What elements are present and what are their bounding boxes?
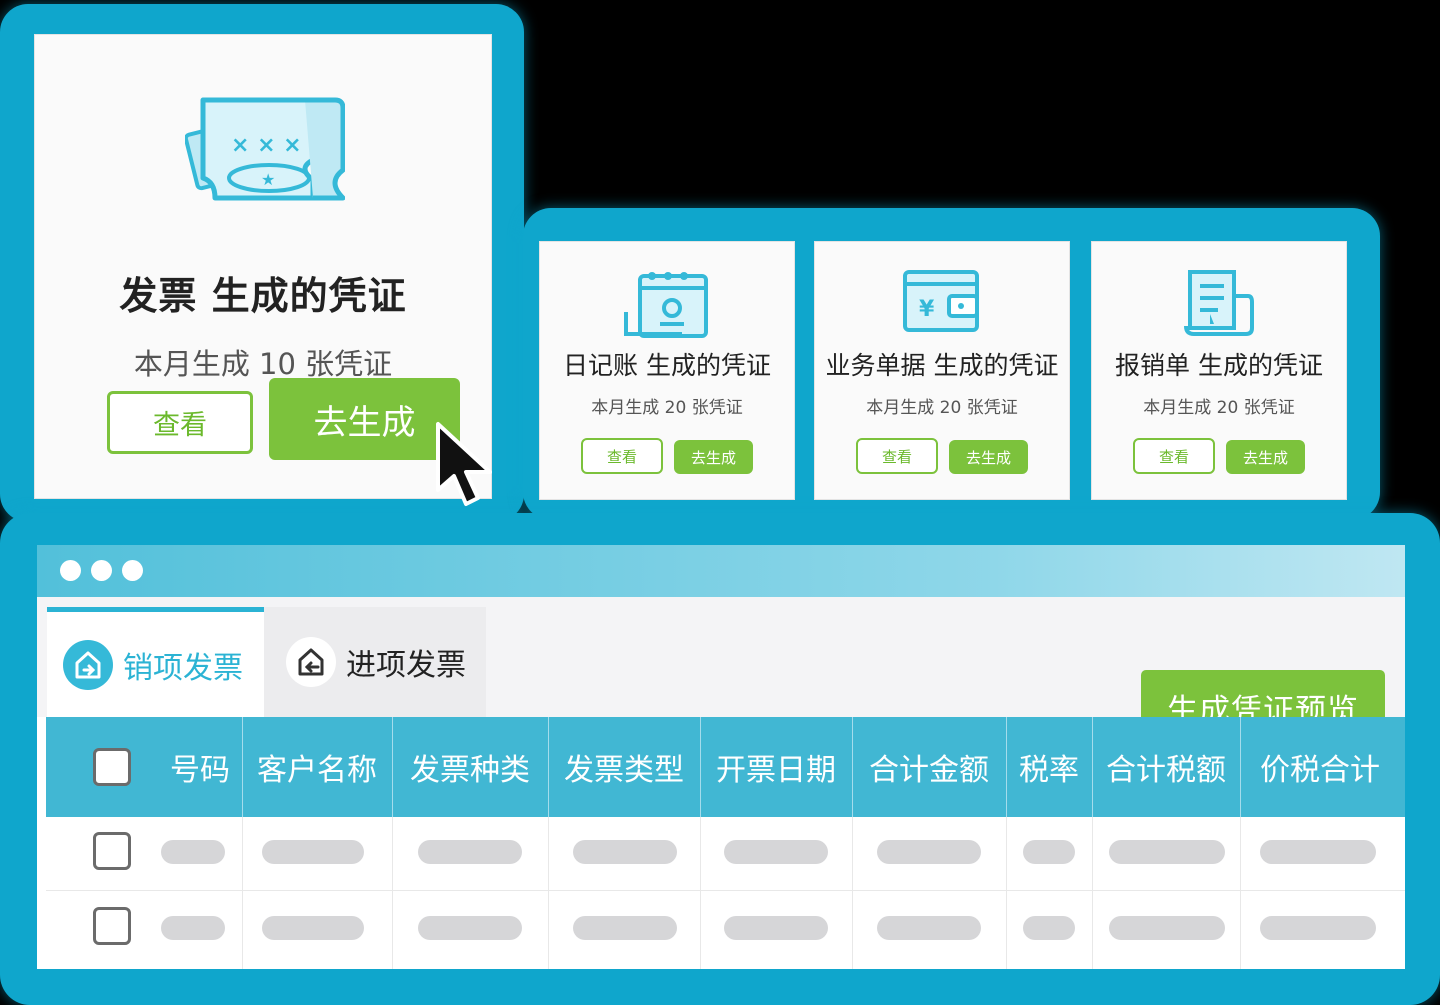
generate-button[interactable]: 去生成 (949, 440, 1028, 474)
grid-line (1240, 817, 1241, 969)
select-all-checkbox[interactable] (93, 748, 131, 786)
invoice-window: 销项发票 进项发票 生成凭证预览 号码 客户名称 发票种类 发票类型 开票日期 … (37, 545, 1405, 969)
column-header: 价税合计 (1260, 753, 1380, 788)
placeholder-bar (1023, 840, 1075, 864)
card-subtitle: 本月生成 20 张凭证 (1143, 398, 1295, 418)
placeholder-bar (418, 916, 522, 940)
grid-line (1092, 817, 1093, 969)
column-header: 发票类型 (564, 753, 684, 788)
card-subtitle: 本月生成 20 张凭证 (591, 398, 743, 418)
business-document-voucher-card: ¥ 业务单据 生成的凭证 本月生成 20 张凭证 查看 去生成 (815, 242, 1069, 499)
generate-button[interactable]: 去生成 (1226, 440, 1305, 474)
view-button[interactable]: 查看 (107, 391, 253, 454)
column-header: 发票种类 (410, 753, 530, 788)
view-button[interactable]: 查看 (581, 438, 663, 474)
placeholder-bar (262, 916, 364, 940)
card-title: 报销单 生成的凭证 (1115, 351, 1323, 380)
tab-label: 进项发票 (346, 648, 466, 683)
window-dot[interactable] (91, 560, 112, 581)
journal-voucher-card: 日记账 生成的凭证 本月生成 20 张凭证 查看 去生成 (540, 242, 794, 499)
card-subtitle: 本月生成 10 张凭证 (133, 347, 393, 381)
placeholder-bar (262, 840, 364, 864)
placeholder-bar (161, 840, 225, 864)
placeholder-bar (1023, 916, 1075, 940)
column-header: 开票日期 (716, 753, 836, 788)
tab-sales-invoice[interactable]: 销项发票 (47, 607, 264, 717)
grid-line (1006, 817, 1007, 969)
window-dot[interactable] (60, 560, 81, 581)
placeholder-bar (724, 916, 828, 940)
card-subtitle: 本月生成 20 张凭证 (866, 398, 1018, 418)
column-header: 客户名称 (257, 753, 377, 788)
invoice-ticket-icon: × × × ★ (185, 97, 345, 201)
column-header: 合计金额 (869, 753, 989, 788)
placeholder-bar (877, 840, 981, 864)
invoice-voucher-card: × × × ★ 发票 生成的凭证 本月生成 10 张凭证 查看 去生成 (35, 35, 491, 498)
window-titlebar (37, 545, 1405, 597)
placeholder-bar (418, 840, 522, 864)
grid-line (46, 890, 1405, 891)
placeholder-bar (573, 840, 677, 864)
grid-line (548, 817, 549, 969)
row-checkbox[interactable] (93, 907, 131, 945)
placeholder-bar (161, 916, 225, 940)
card-title: 业务单据 生成的凭证 (825, 351, 1059, 380)
placeholder-bar (1260, 840, 1376, 864)
card-title: 日记账 生成的凭证 (563, 351, 771, 380)
grid-line (392, 817, 393, 969)
placeholder-bar (573, 916, 677, 940)
tab-purchase-invoice[interactable]: 进项发票 (264, 607, 486, 717)
placeholder-bar (1109, 916, 1225, 940)
incoming-invoice-icon (286, 637, 336, 687)
svg-text:× × ×: × × × (231, 133, 302, 158)
tab-bar: 销项发票 进项发票 生成凭证预览 (37, 597, 1405, 745)
table-header: 号码 客户名称 发票种类 发票类型 开票日期 合计金额 税率 合计税额 价税合计 (46, 717, 1405, 817)
placeholder-bar (724, 840, 828, 864)
column-header: 号码 (170, 753, 230, 788)
svg-text:¥: ¥ (919, 297, 935, 322)
card-title: 发票 生成的凭证 (119, 274, 407, 318)
window-dot[interactable] (122, 560, 143, 581)
outgoing-invoice-icon (63, 639, 113, 690)
mouse-pointer-icon (436, 422, 492, 506)
calendar-icon (624, 272, 708, 338)
receipt-icon (1184, 270, 1254, 336)
placeholder-bar (1260, 916, 1376, 940)
svg-text:★: ★ (261, 170, 275, 189)
column-header: 合计税额 (1106, 753, 1226, 788)
row-checkbox[interactable] (93, 832, 131, 870)
view-button[interactable]: 查看 (856, 438, 938, 474)
view-button[interactable]: 查看 (1133, 438, 1215, 474)
column-header: 税率 (1019, 753, 1079, 788)
grid-line (852, 817, 853, 969)
grid-line (700, 817, 701, 969)
placeholder-bar (1109, 840, 1225, 864)
tab-label: 销项发票 (123, 650, 243, 686)
grid-line (242, 817, 243, 969)
wallet-icon: ¥ (903, 270, 979, 332)
expense-voucher-card: 报销单 生成的凭证 本月生成 20 张凭证 查看 去生成 (1092, 242, 1346, 499)
placeholder-bar (877, 916, 981, 940)
generate-button[interactable]: 去生成 (674, 440, 753, 474)
